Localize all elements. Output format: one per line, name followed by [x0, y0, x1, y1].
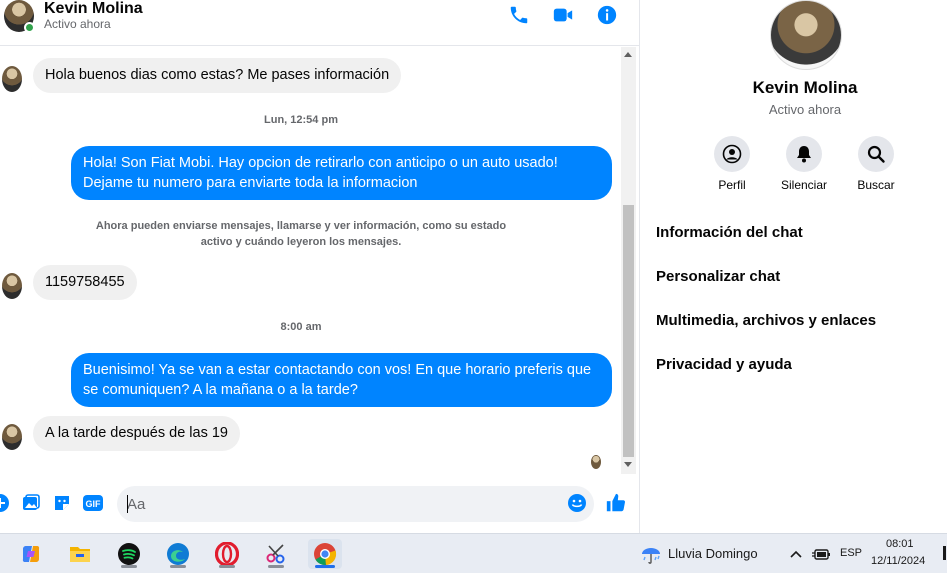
- running-indicator: [268, 565, 284, 568]
- weather-text[interactable]: Lluvia Domingo: [668, 546, 758, 561]
- sender-avatar: [2, 273, 22, 299]
- opera-icon[interactable]: [210, 539, 244, 569]
- clock-date[interactable]: 12/11/2024: [871, 555, 925, 567]
- copilot-icon[interactable]: [14, 539, 48, 569]
- message-timestamp: Lun, 12:54 pm: [264, 114, 338, 126]
- text-caret: [127, 495, 128, 513]
- online-indicator: [24, 22, 35, 33]
- clock-time[interactable]: 08:01: [886, 538, 914, 550]
- section-label: Privacidad y ayuda: [656, 355, 792, 373]
- scroll-up-arrow-icon[interactable]: [624, 52, 632, 57]
- chat-pane: Kevin Molina Activo ahora Hola buenos di…: [0, 0, 639, 533]
- snipping-tool-icon[interactable]: [259, 539, 293, 569]
- chat-info-panel: Kevin Molina Activo ahora Perfil Silenci…: [639, 0, 947, 533]
- seen-indicator-avatar: [591, 455, 601, 469]
- svg-text:GIF: GIF: [86, 499, 102, 509]
- message-input[interactable]: [117, 486, 594, 522]
- section-label: Multimedia, archivos y enlaces: [656, 311, 877, 329]
- contact-status: Activo ahora: [44, 17, 111, 31]
- language-indicator[interactable]: ESP: [840, 547, 862, 559]
- running-indicator: [121, 565, 137, 568]
- scroll-thumb[interactable]: [623, 205, 634, 457]
- section-media-files[interactable]: Multimedia, archivos y enlaces: [656, 302, 947, 338]
- message-incoming[interactable]: A la tarde después de las 19: [33, 416, 240, 451]
- file-explorer-icon[interactable]: [63, 539, 97, 569]
- contact-name[interactable]: Kevin Molina: [44, 0, 143, 18]
- message-list[interactable]: Hola buenos dias como estas? Me pases in…: [0, 47, 621, 474]
- battery-network-icon[interactable]: [808, 539, 834, 569]
- profile-label: Perfil: [718, 178, 746, 192]
- profile-status: Activo ahora: [768, 102, 842, 117]
- like-icon[interactable]: [605, 492, 627, 514]
- show-desktop-button[interactable]: [943, 546, 946, 560]
- section-privacy-help[interactable]: Privacidad y ayuda: [656, 346, 947, 382]
- search-icon: [858, 136, 894, 172]
- message-outgoing[interactable]: Hola! Son Fiat Mobi. Hay opcion de retir…: [71, 146, 612, 200]
- profile-name: Kevin Molina: [752, 78, 858, 97]
- message-scrollbar[interactable]: [621, 47, 636, 474]
- message-incoming[interactable]: 1159758455: [33, 265, 137, 300]
- sticker-icon[interactable]: [51, 492, 73, 514]
- message-outgoing[interactable]: Buenisimo! Ya se van a estar contactando…: [71, 353, 612, 407]
- search-label: Buscar: [857, 178, 895, 192]
- mute-label: Silenciar: [780, 178, 828, 192]
- running-indicator: [219, 565, 235, 568]
- gif-icon[interactable]: GIF: [82, 492, 104, 514]
- message-timestamp: 8:00 am: [280, 321, 322, 333]
- scroll-down-arrow-icon[interactable]: [624, 462, 632, 467]
- section-chat-info[interactable]: Información del chat: [656, 214, 947, 250]
- section-label: Personalizar chat: [656, 267, 781, 285]
- info-icon[interactable]: [595, 3, 619, 27]
- section-label: Información del chat: [656, 223, 803, 241]
- rain-weather-icon[interactable]: [634, 539, 668, 569]
- messenger-window: Kevin Molina Activo ahora Hola buenos di…: [0, 0, 947, 573]
- user-icon: [714, 136, 750, 172]
- taskbar: Lluvia Domingo ESP 08:01 12/11/2024: [0, 533, 947, 573]
- message-incoming[interactable]: Hola buenos dias como estas? Me pases in…: [33, 58, 402, 93]
- chat-header: Kevin Molina Activo ahora: [0, 0, 639, 46]
- mute-button[interactable]: Silenciar: [774, 136, 834, 192]
- gallery-icon[interactable]: [20, 492, 42, 514]
- phone-icon[interactable]: [507, 3, 531, 27]
- spotify-icon[interactable]: [112, 539, 146, 569]
- running-indicator: [170, 565, 186, 568]
- profile-avatar[interactable]: [770, 0, 842, 70]
- video-call-icon[interactable]: [551, 3, 575, 27]
- system-note: Ahora pueden enviarse mensajes, llamarse…: [95, 220, 507, 248]
- edge-icon[interactable]: [161, 539, 195, 569]
- plus-icon[interactable]: [0, 492, 11, 514]
- chrome-icon[interactable]: [308, 539, 342, 569]
- active-indicator: [315, 565, 335, 568]
- bell-icon: [786, 136, 822, 172]
- chevron-up-icon[interactable]: [785, 539, 807, 569]
- section-customize-chat[interactable]: Personalizar chat: [656, 258, 947, 294]
- emoji-icon[interactable]: [566, 492, 588, 514]
- sender-avatar: [2, 424, 22, 450]
- profile-button[interactable]: Perfil: [702, 136, 762, 192]
- composer: GIF: [0, 478, 639, 530]
- search-button[interactable]: Buscar: [846, 136, 906, 192]
- sender-avatar: [2, 66, 22, 92]
